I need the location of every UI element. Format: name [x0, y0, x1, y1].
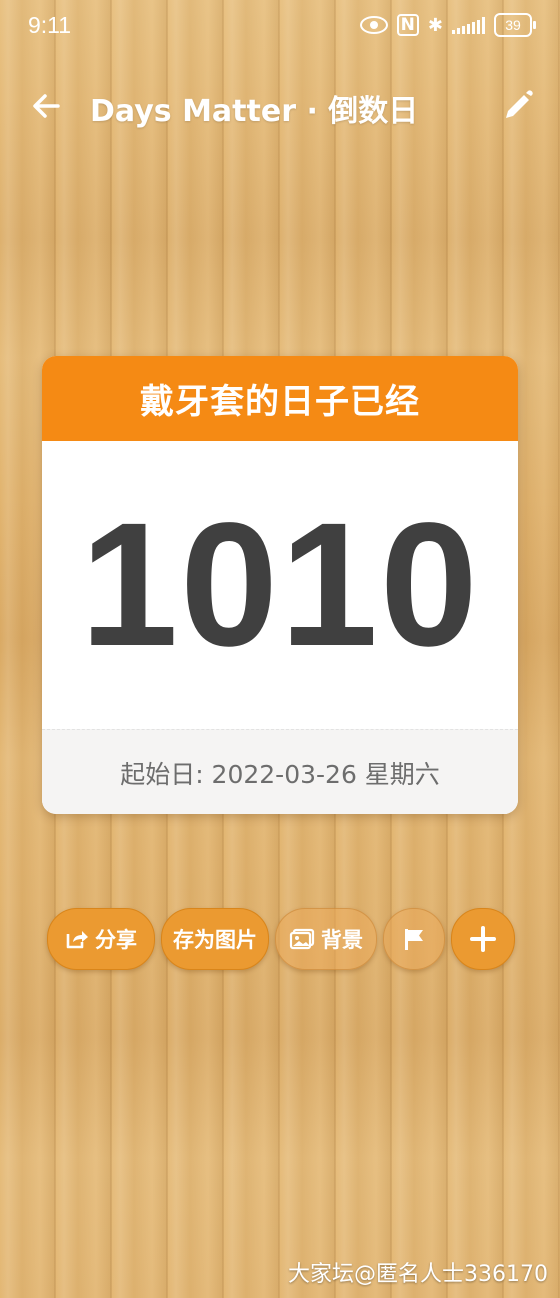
- share-icon: [66, 931, 88, 949]
- watermark: 大家坛@匿名人士336170: [288, 1262, 548, 1287]
- save-image-label: 存为图片: [173, 928, 257, 952]
- flag-icon: [405, 929, 423, 950]
- nfc-icon: N: [396, 14, 419, 36]
- card-title: 戴牙套的日子已经: [42, 356, 518, 441]
- bluetooth-icon: ✱: [427, 14, 443, 36]
- pencil-icon: [506, 90, 533, 118]
- eye-icon: [359, 16, 388, 34]
- status-time: 9:11: [28, 12, 72, 38]
- background-button[interactable]: 背景: [275, 908, 377, 970]
- days-count: 1010: [80, 487, 480, 683]
- signal-icon: [452, 16, 485, 34]
- status-bar: 9:11 N ✱ 39: [0, 0, 560, 54]
- image-icon: [289, 928, 315, 950]
- days-card[interactable]: 戴牙套的日子已经 1010 起始日: 2022-03-26 星期六: [42, 356, 518, 814]
- add-button[interactable]: [451, 908, 515, 970]
- flag-button[interactable]: [383, 908, 445, 970]
- share-label: 分享: [95, 928, 137, 952]
- edit-button[interactable]: [498, 86, 538, 126]
- app-bar: Days Matter · 倒数日: [0, 70, 560, 142]
- action-bar: 分享 存为图片 背景: [0, 908, 560, 970]
- back-button[interactable]: [26, 86, 66, 126]
- background-label: 背景: [321, 928, 363, 952]
- battery-indicator: 39: [494, 13, 536, 37]
- page-title: Days Matter · 倒数日: [90, 94, 419, 129]
- share-button[interactable]: 分享: [47, 908, 155, 970]
- start-date: 起始日: 2022-03-26 星期六: [42, 729, 518, 814]
- back-arrow-icon: [33, 94, 60, 118]
- plus-icon: [470, 926, 496, 952]
- status-icons: N ✱ 39: [359, 13, 536, 37]
- save-image-button[interactable]: 存为图片: [161, 908, 269, 970]
